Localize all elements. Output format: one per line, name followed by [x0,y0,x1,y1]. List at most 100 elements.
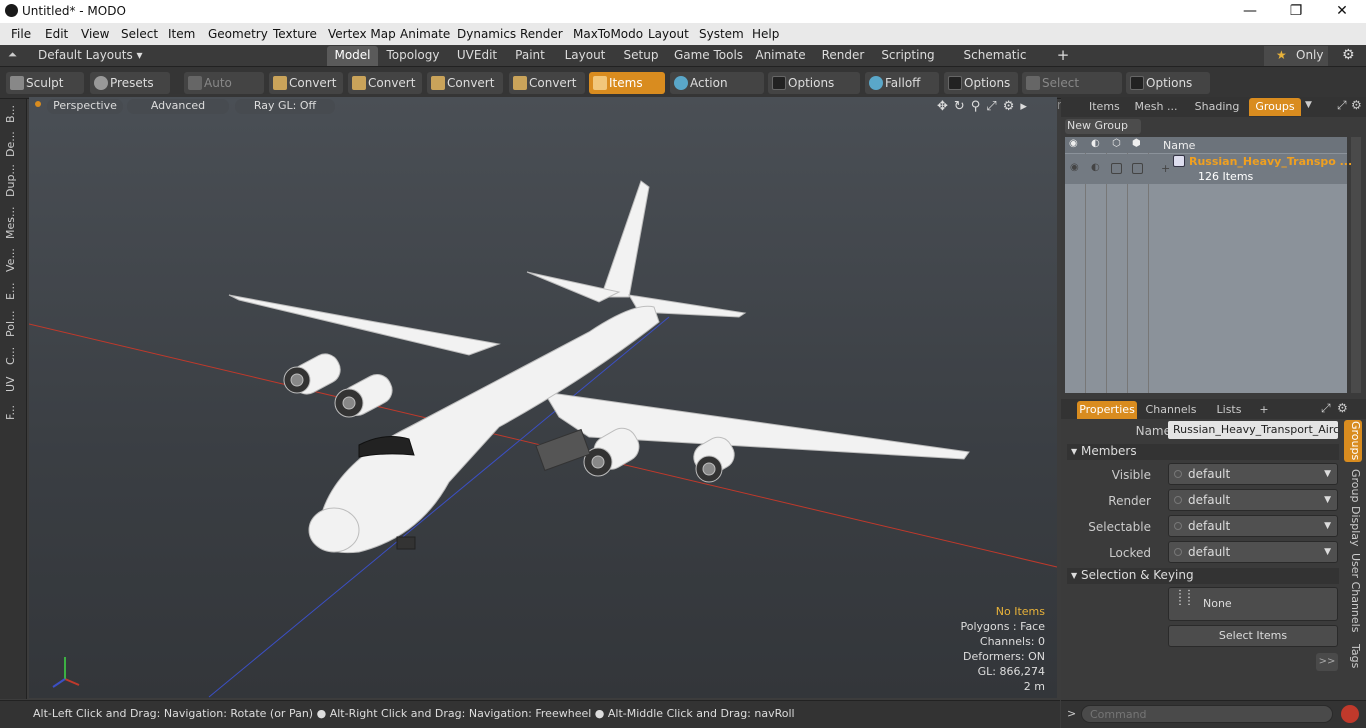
minimize-button[interactable]: — [1227,0,1273,23]
auto-select-button[interactable]: Auto Select [184,72,264,112]
row-eye-icon[interactable]: ◉ [1070,162,1079,173]
left-tab-fusion[interactable]: F... [4,399,22,425]
tab-render[interactable]: Render [816,46,870,66]
items-button[interactable]: Items [589,72,665,94]
options-button-1[interactable]: Options [768,72,860,94]
tab-scripting[interactable]: Scripting [878,46,938,66]
expand-icon[interactable]: ⤢ [1337,98,1347,113]
menu-maxtomodo[interactable]: MaxToModo [573,27,643,41]
convert-button-3[interactable]: Convert [427,72,503,94]
menu-select[interactable]: Select [121,27,158,41]
sculpt-button[interactable]: Sculpt [6,72,84,94]
tab-model[interactable]: Model [327,46,378,66]
menu-file[interactable]: File [11,27,31,41]
name-field[interactable]: Russian_Heavy_Transport_Aircra [1168,421,1338,439]
left-tab-deform[interactable]: De... [4,129,22,159]
menu-help[interactable]: Help [752,27,779,41]
convert-button-2[interactable]: Convert [348,72,422,94]
3d-viewport[interactable]: Perspective Advanced Ray GL: Off ✥↻⚲⤢⚙▸ [29,97,1057,698]
gear-icon[interactable]: ⚙ [1342,47,1355,63]
menu-geometry[interactable]: Geometry [208,27,268,41]
tab-uvedit[interactable]: UVEdit [451,46,503,66]
options-button-2[interactable]: Options [944,72,1018,94]
vtab-tags[interactable]: Tags [1344,640,1362,672]
tab-topology[interactable]: Topology [382,46,444,66]
tab-items[interactable]: Items [1089,98,1120,116]
group-row[interactable]: ◉ ◐ + Russian_Heavy_Transpo ... 126 Item… [1065,154,1352,184]
expand-icon[interactable]: ⤢ [1321,401,1331,416]
tab-schematic-fusion[interactable]: Schematic Fusion [946,46,1044,81]
panel-gear-icon[interactable]: ⚙ [1337,401,1348,415]
options-button-3[interactable]: Options [1126,72,1210,94]
menu-view[interactable]: View [81,27,109,41]
tab-setup[interactable]: Setup [618,46,664,66]
groups-scrollbar[interactable] [1351,137,1361,393]
selectable-dropdown[interactable]: default ▼ [1168,515,1338,537]
chevron-down-icon[interactable]: ▼ [1305,100,1312,110]
selection-keying-section-header[interactable]: ▼ Selection & Keying [1067,568,1339,584]
menu-render[interactable]: Render [520,27,563,41]
tab-channels[interactable]: Channels [1143,401,1199,419]
locked-dropdown[interactable]: default ▼ [1168,541,1338,563]
tab-shading[interactable]: Shading [1189,98,1245,116]
more-button[interactable]: >> [1316,653,1338,671]
left-tab-basic[interactable]: B... [4,101,22,127]
left-tab-edge[interactable]: E... [4,277,22,305]
menu-system[interactable]: System [699,27,744,41]
row-select-checkbox[interactable] [1132,163,1143,174]
menu-animate[interactable]: Animate [400,27,450,41]
members-section-header[interactable]: ▼ Members [1067,444,1339,460]
left-tab-duplicate[interactable]: Dup... [4,161,22,201]
falloff-button[interactable]: Falloff [865,72,939,94]
eye-icon[interactable]: ◉ [1069,138,1078,149]
action-center-button[interactable]: Action Center [670,72,764,112]
tab-mesh[interactable]: Mesh ... [1127,98,1185,116]
render-icon[interactable]: ◐ [1091,138,1100,149]
tab-layout[interactable]: Layout [560,46,610,66]
vtab-group-display[interactable]: Group Display [1344,469,1362,547]
vtab-user-channels[interactable]: User Channels [1344,553,1362,633]
tab-properties[interactable]: Properties [1077,401,1137,419]
convert-button-4[interactable]: Convert [509,72,585,94]
expand-plus-icon[interactable]: + [1161,162,1170,175]
lock-icon[interactable]: ⬡ [1112,138,1121,149]
close-button[interactable]: ✕ [1319,0,1365,23]
collapse-icon[interactable]: ⏶ [8,48,17,62]
tab-paint[interactable]: Paint [510,46,550,66]
left-tab-uv[interactable]: UV [4,371,22,397]
new-group-button[interactable]: New Group [1065,119,1141,134]
select-icon[interactable]: ⬢ [1132,138,1141,149]
panel-gear-icon[interactable]: ⚙ [1351,98,1362,112]
record-icon[interactable] [1341,705,1359,723]
tab-animate[interactable]: Animate [753,46,808,66]
only-toggle[interactable]: ★ Only [1264,46,1328,66]
left-tab-curve[interactable]: C... [4,343,22,369]
tab-game-tools[interactable]: Game Tools [672,46,745,66]
row-lock-checkbox[interactable] [1111,163,1122,174]
vtab-groups[interactable]: Groups [1344,420,1362,462]
menu-edit[interactable]: Edit [45,27,68,41]
left-tab-mesh[interactable]: Mes... [4,203,22,243]
default-layouts-dropdown[interactable]: Default Layouts ▾ [38,48,143,62]
command-input[interactable] [1081,705,1333,723]
left-tab-vertex[interactable]: Ve... [4,245,22,275]
select-through-button[interactable]: Select Through [1022,72,1122,112]
none-button[interactable]: ⋮⋮ ⋮⋮ None [1168,587,1338,621]
convert-button-1[interactable]: Convert [269,72,343,94]
menu-dynamics[interactable]: Dynamics [457,27,516,41]
presets-button[interactable]: Presets F6 [90,72,170,112]
row-render-icon[interactable]: ◐ [1091,162,1100,173]
select-items-button[interactable]: Select Items [1168,625,1338,647]
menu-item[interactable]: Item [168,27,195,41]
left-tab-polygon[interactable]: Pol... [4,307,22,341]
add-tab-button[interactable]: + [1257,401,1271,419]
menu-vertex-map[interactable]: Vertex Map [328,27,396,41]
visible-dropdown[interactable]: default ▼ [1168,463,1338,485]
restore-button[interactable]: ❐ [1273,0,1319,23]
menu-texture[interactable]: Texture [273,27,317,41]
tab-groups[interactable]: Groups [1249,98,1301,116]
tab-lists[interactable]: Lists [1207,401,1251,419]
add-layout-button[interactable]: + [1052,46,1074,66]
menu-layout[interactable]: Layout [648,27,689,41]
render-dropdown[interactable]: default ▼ [1168,489,1338,511]
